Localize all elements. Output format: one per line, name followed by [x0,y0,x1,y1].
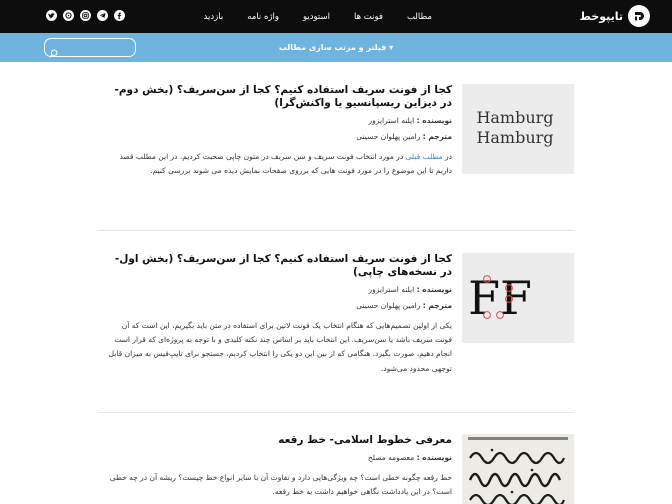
article-text: کجا از فونت سریف استفاده کنیم؟ کجا از سن… [104,84,453,178]
article-title[interactable]: کجا از فونت سریف استفاده کنیم؟ کجا از سن… [104,84,453,110]
telegram-icon[interactable] [97,10,108,21]
article-author: نویسنده : معصومه مصلح [104,452,452,464]
search-icon [49,43,58,62]
author-label: نویسنده : [416,285,452,294]
article-thumbnail[interactable]: Hamburg Hamburg [462,84,574,174]
twitter-icon[interactable] [46,10,57,21]
top-navigation-bar: تایپوخط مطالب فونت ها استودیو واژه نامه … [0,0,672,33]
article-text: کجا از فونت سریف استفاده کنیم؟ کجا از سن… [104,253,452,376]
article-translator: مترجم : رامین پهلوان حسینی [104,300,452,312]
article-author: نویسنده : ایلنه استرایزور [104,115,452,127]
article-thumbnail[interactable] [462,434,574,504]
article-translator: مترجم : رامین پهلوان حسینی [104,131,452,143]
translator-name: رامین پهلوان حسینی [356,132,421,141]
brand-name: تایپوخط [579,9,623,23]
translator-label: مترجم : [422,132,452,141]
article-title[interactable]: معرفی خطوط اسلامی- خط رقعه [104,434,452,447]
thumb-line-serif: Hamburg [476,108,553,127]
social-links [46,10,125,21]
divider [98,230,574,231]
divider [98,412,574,413]
author-label: نویسنده : [416,116,452,125]
author-label: نویسنده : [416,453,452,462]
previous-article-link[interactable]: مطلب قبلی [406,152,443,161]
article-excerpt: خط رقعه چگونه خطی است؟ چه ویژگی‌هایی دار… [109,473,452,497]
translator-name: رامین پهلوان حسینی [356,301,421,310]
article-author: نویسنده : ایلنه استرایزور [104,284,452,296]
translator-label: مترجم : [422,301,452,310]
nav-item-fonts[interactable]: فونت ها [354,12,383,22]
filter-bar: ▾ فیلتر و مرتب سازی مطالب [0,33,672,62]
instagram-icon[interactable] [80,10,91,21]
aparat-icon[interactable] [63,10,74,21]
article-excerpt: در مطلب قبلی در مورد انتخاب فونت سریف و … [104,150,452,178]
article-text: معرفی خطوط اسلامی- خط رقعه نویسنده : معص… [104,434,452,499]
facebook-icon[interactable] [114,10,125,21]
article-title[interactable]: کجا از فونت سریف استفاده کنیم؟ کجا از سن… [104,253,452,279]
search-box[interactable] [44,38,136,58]
article-thumbnail[interactable]: FF [462,253,574,343]
nav-item-articles[interactable]: مطالب [407,12,432,22]
thumb-line-second: Hamburg [476,128,553,147]
excerpt-text: در مورد انتخاب فونت سریف و سن سریف در مت… [119,152,452,176]
author-name: ایلنه استرایزور [368,285,415,294]
main-nav: مطالب فونت ها استودیو واژه نامه بازدید [180,0,432,33]
nav-item-glossary[interactable]: واژه نامه [247,12,279,22]
nav-item-visit[interactable]: بازدید [204,12,224,22]
thumb-letters: FF [468,271,532,325]
excerpt-prefix: در [442,152,452,161]
article-excerpt: یکی از اولین تصمیم‌هایی که هنگام انتخاب … [108,321,452,373]
typokhat-logo-icon [628,5,650,27]
author-name: ایلنه استرایزور [368,116,415,125]
author-name: معصومه مصلح [367,453,415,462]
search-input[interactable] [59,41,131,54]
brand[interactable]: تایپوخط [580,5,650,27]
nav-item-studio[interactable]: استودیو [303,12,330,22]
